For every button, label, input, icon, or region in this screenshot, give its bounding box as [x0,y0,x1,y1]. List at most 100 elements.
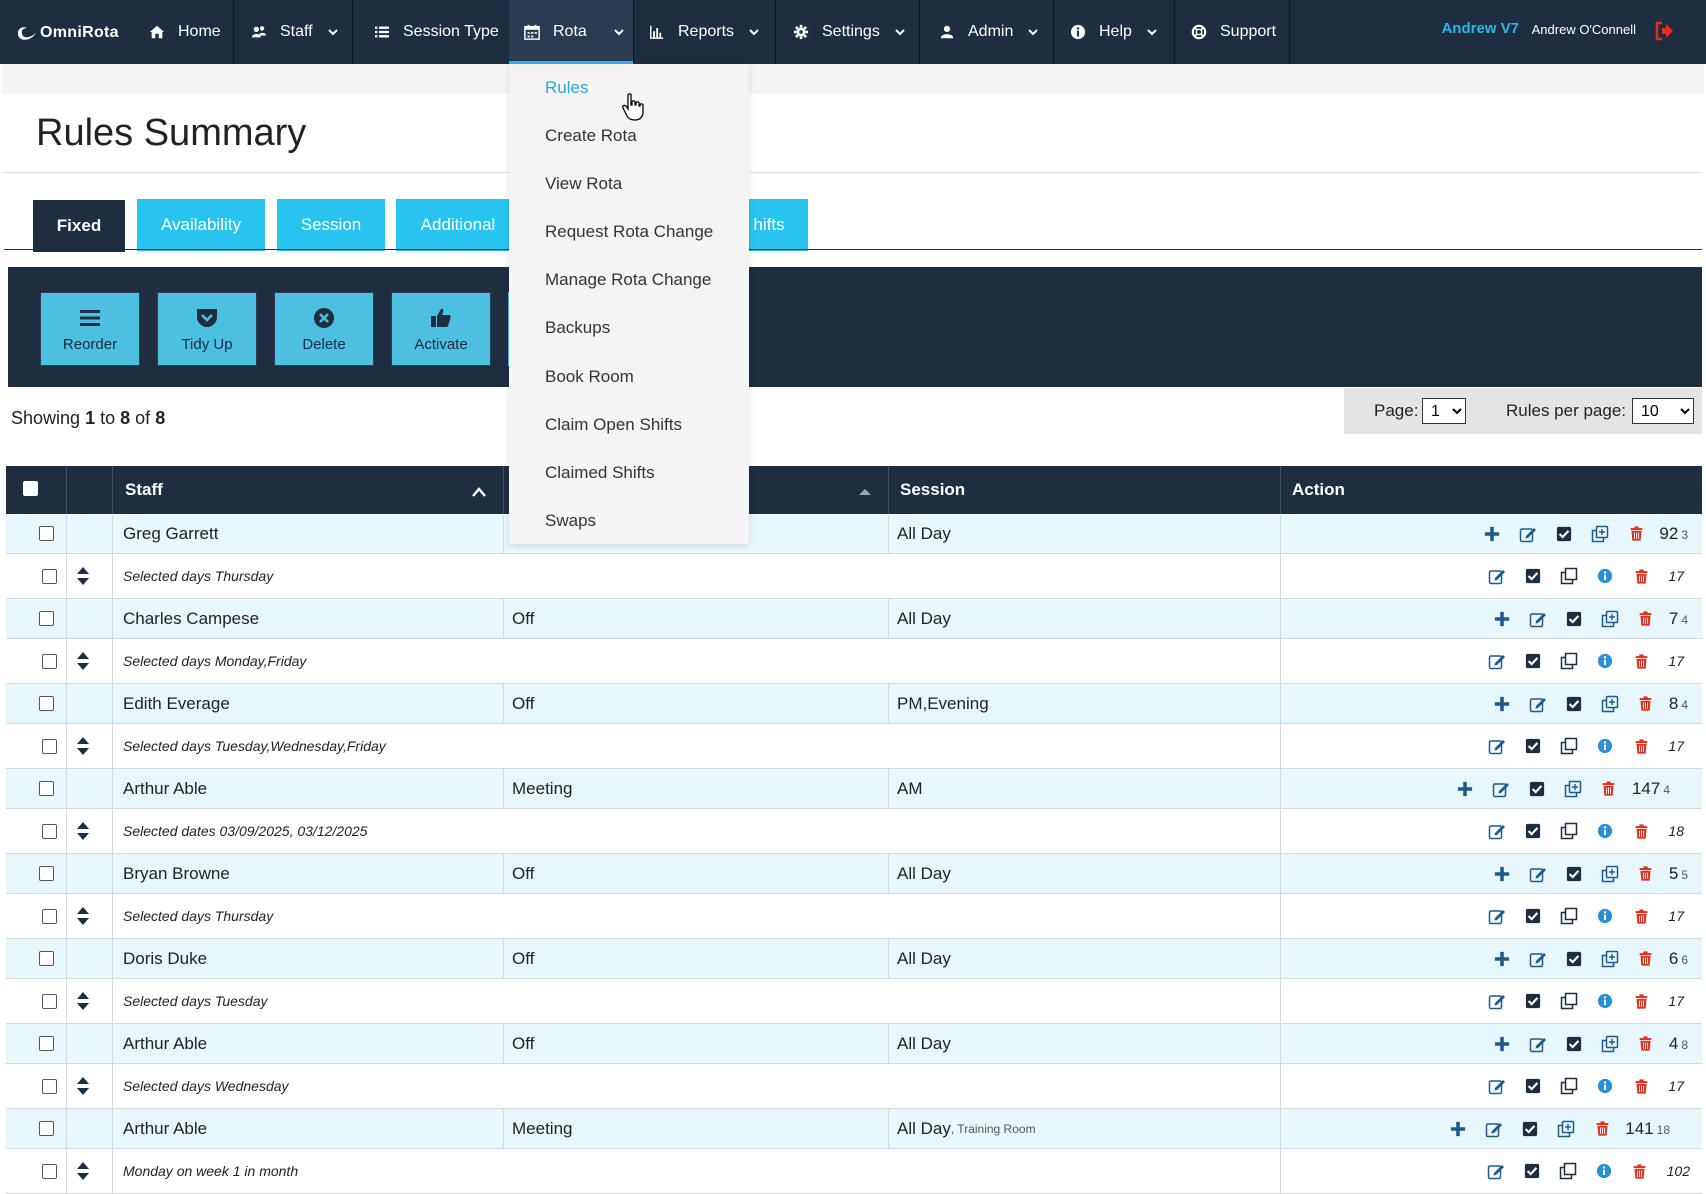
info-icon[interactable] [1596,737,1614,755]
delete-icon[interactable] [1631,1162,1649,1180]
row-checkbox[interactable] [42,1164,57,1179]
nav-rota[interactable]: Rota [509,0,633,64]
menu-item-request-rota-change[interactable]: Request Rota Change [545,222,713,242]
row-checkbox[interactable] [42,739,57,754]
add-icon[interactable] [1493,610,1511,628]
page-select[interactable]: 1 [1422,398,1466,424]
clone-icon[interactable] [1601,610,1619,628]
clone-icon[interactable] [1557,1120,1575,1138]
sort-up-icon[interactable] [858,482,872,502]
copy-icon[interactable] [1560,907,1578,925]
clone-icon[interactable] [1601,865,1619,883]
nav-staff[interactable]: Staff [250,0,339,64]
copy-icon[interactable] [1560,1077,1578,1095]
delete-icon[interactable] [1637,1035,1655,1053]
toggle-active-icon[interactable] [1524,822,1542,840]
edit-icon[interactable] [1488,907,1506,925]
add-icon[interactable] [1483,525,1501,543]
menu-item-backups[interactable]: Backups [545,318,610,338]
select-all-checkbox[interactable] [23,481,38,496]
nav-reports[interactable]: Reports [648,0,760,64]
logout-icon[interactable] [1654,21,1674,41]
row-checkbox[interactable] [42,824,57,839]
clone-icon[interactable] [1601,695,1619,713]
edit-icon[interactable] [1529,695,1547,713]
info-icon[interactable] [1596,992,1614,1010]
add-icon[interactable] [1449,1120,1467,1138]
edit-icon[interactable] [1519,525,1537,543]
nav-home[interactable]: Home [148,0,221,64]
edit-icon[interactable] [1488,652,1506,670]
clone-icon[interactable] [1601,1035,1619,1053]
toggle-active-icon[interactable] [1524,567,1542,585]
row-checkbox[interactable] [42,654,57,669]
row-checkbox[interactable] [42,909,57,924]
copy-icon[interactable] [1560,737,1578,755]
toggle-active-icon[interactable] [1524,737,1542,755]
delete-icon[interactable] [1637,610,1655,628]
menu-item-claimed-shifts[interactable]: Claimed Shifts [545,463,655,483]
row-checkbox[interactable] [39,1036,54,1051]
sort-handle-icon[interactable] [76,821,90,846]
edit-icon[interactable] [1488,822,1506,840]
edit-icon[interactable] [1487,1162,1505,1180]
user-full-name[interactable]: Andrew O'Connell [1532,22,1636,37]
tab-additional[interactable]: Additional [396,199,520,251]
nav-settings[interactable]: Settings [792,0,906,64]
toggle-active-icon[interactable] [1524,992,1542,1010]
sort-handle-icon[interactable] [76,906,90,931]
brand-logo[interactable]: OmniRota [16,21,119,45]
info-icon[interactable] [1596,652,1614,670]
toggle-active-icon[interactable] [1555,525,1573,543]
add-icon[interactable] [1493,1035,1511,1053]
toggle-active-icon[interactable] [1524,1077,1542,1095]
toggle-active-icon[interactable] [1521,1120,1539,1138]
add-icon[interactable] [1493,865,1511,883]
copy-icon[interactable] [1560,822,1578,840]
tab-session[interactable]: Session [277,199,385,251]
row-checkbox[interactable] [42,994,57,1009]
clone-icon[interactable] [1564,780,1582,798]
row-checkbox[interactable] [42,1079,57,1094]
delete-icon[interactable] [1637,695,1655,713]
nav-help[interactable]: Help [1069,0,1158,64]
delete-icon[interactable] [1632,737,1650,755]
copy-icon[interactable] [1560,992,1578,1010]
toggle-active-icon[interactable] [1565,695,1583,713]
menu-item-view-rota[interactable]: View Rota [545,174,622,194]
add-icon[interactable] [1493,950,1511,968]
menu-item-manage-rota-change[interactable]: Manage Rota Change [545,270,711,290]
activate-button[interactable]: Activate [391,292,491,366]
delete-icon[interactable] [1632,652,1650,670]
toggle-active-icon[interactable] [1523,1162,1541,1180]
sort-handle-icon[interactable] [76,1076,90,1101]
copy-icon[interactable] [1560,567,1578,585]
delete-icon[interactable] [1637,865,1655,883]
clone-icon[interactable] [1601,950,1619,968]
header-staff[interactable]: Staff [125,466,163,514]
delete-icon[interactable] [1637,950,1655,968]
toggle-active-icon[interactable] [1565,610,1583,628]
menu-item-swaps[interactable]: Swaps [545,511,596,531]
info-icon[interactable] [1595,1162,1613,1180]
copy-icon[interactable] [1559,1162,1577,1180]
reorder-button[interactable]: Reorder [40,292,140,366]
toggle-active-icon[interactable] [1565,1035,1583,1053]
add-icon[interactable] [1493,695,1511,713]
toggle-active-icon[interactable] [1524,652,1542,670]
nav-support[interactable]: Support [1190,0,1276,64]
add-icon[interactable] [1456,780,1474,798]
nav-admin[interactable]: Admin [938,0,1039,64]
edit-icon[interactable] [1488,992,1506,1010]
edit-icon[interactable] [1488,567,1506,585]
sort-handle-icon[interactable] [76,651,90,676]
delete-icon[interactable] [1632,1077,1650,1095]
edit-icon[interactable] [1529,950,1547,968]
delete-icon[interactable] [1632,567,1650,585]
menu-item-book-room[interactable]: Book Room [545,367,634,387]
tab-fixed[interactable]: Fixed [33,200,125,252]
toggle-active-icon[interactable] [1528,780,1546,798]
delete-icon[interactable] [1593,1120,1611,1138]
sort-handle-icon[interactable] [76,991,90,1016]
delete-icon[interactable] [1600,780,1618,798]
